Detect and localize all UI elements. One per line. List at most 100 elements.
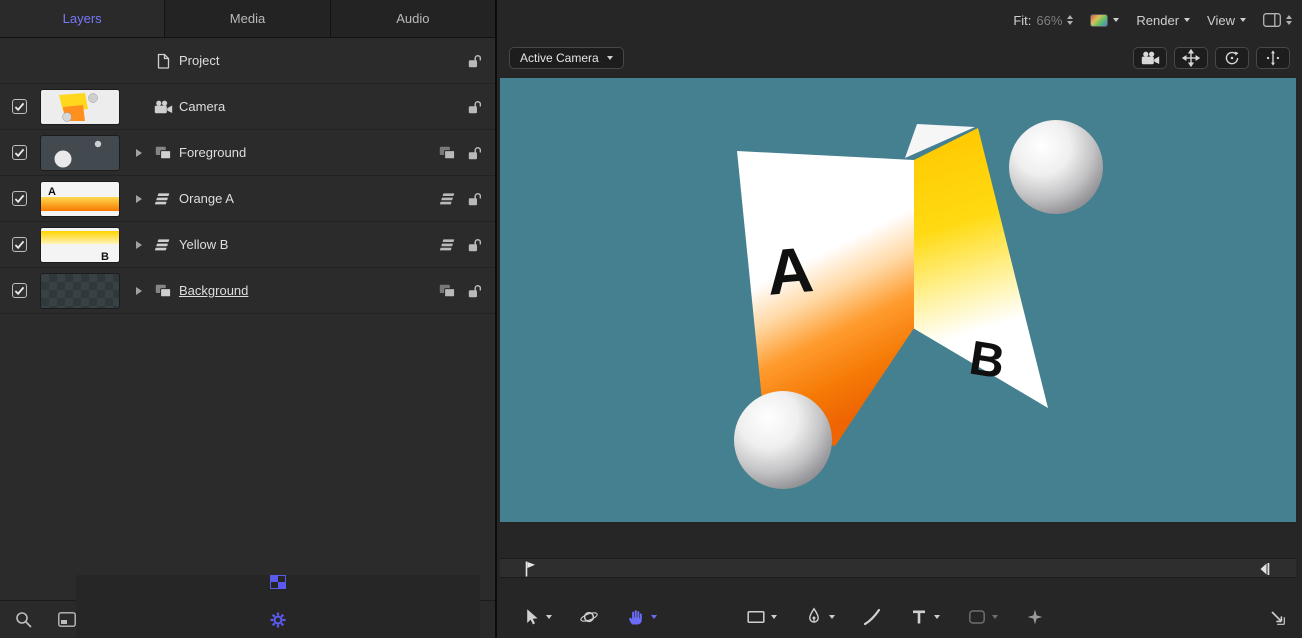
- layers-stack-icon: [151, 193, 175, 205]
- tab-media-label: Media: [230, 11, 265, 26]
- lock-icon[interactable]: [468, 192, 481, 206]
- layer-name[interactable]: Yellow B: [179, 237, 228, 252]
- camera-view-button[interactable]: [1133, 47, 1167, 69]
- cursor-arrow-icon: [521, 607, 541, 627]
- card-a-letter[interactable]: A: [764, 233, 816, 309]
- mask-tool[interactable]: [967, 607, 998, 627]
- tab-audio-label: Audio: [396, 11, 429, 26]
- layer-name[interactable]: Foreground: [179, 145, 246, 160]
- mini-timeline-track[interactable]: [500, 558, 1296, 578]
- visibility-checkbox[interactable]: [12, 145, 27, 160]
- layer-row-yellow-b[interactable]: B Yellow B: [0, 222, 495, 268]
- transparency-checkerboard-icon[interactable]: [270, 575, 286, 589]
- playhead-marker-icon[interactable]: [524, 560, 536, 578]
- dolly-view-button[interactable]: [1256, 47, 1290, 69]
- sphere-bottom-object[interactable]: [734, 391, 832, 489]
- layer-list-empty-area[interactable]: [0, 314, 495, 600]
- active-camera-menu[interactable]: Active Camera: [509, 47, 624, 69]
- lock-icon[interactable]: [468, 100, 481, 114]
- disclosure-triangle-icon[interactable]: [136, 149, 142, 157]
- chevron-down-icon: [607, 56, 613, 60]
- layer-name[interactable]: Orange A: [179, 191, 234, 206]
- render-menu[interactable]: Render: [1136, 13, 1190, 28]
- preview-frame-icon[interactable]: [58, 612, 76, 627]
- rectangle-icon: [746, 607, 766, 627]
- svg-text:B: B: [101, 251, 109, 263]
- end-of-range-icon[interactable]: [1258, 561, 1270, 577]
- pen-nib-icon: [804, 607, 824, 627]
- chevron-down-icon: [1240, 18, 1246, 22]
- layers-badge-icon[interactable]: [440, 193, 456, 205]
- camera-icon: [1141, 51, 1160, 65]
- check-icon: [14, 148, 25, 158]
- lock-icon[interactable]: [468, 284, 481, 298]
- adjust-effects-tool[interactable]: [1025, 607, 1045, 627]
- layer-thumbnail[interactable]: [40, 273, 120, 309]
- panel-tab-bar: Layers Media Audio: [0, 0, 495, 38]
- orbit-view-button[interactable]: [1215, 47, 1249, 69]
- viewport-header: Active Camera: [497, 40, 1302, 76]
- chevron-down-icon: [771, 615, 777, 619]
- zoom-control[interactable]: Fit: 66%: [1013, 13, 1073, 28]
- svg-text:A: A: [48, 186, 56, 198]
- disclosure-triangle-icon[interactable]: [136, 287, 142, 295]
- bezier-tool[interactable]: [804, 607, 835, 627]
- sparkle-icon: [1025, 607, 1045, 627]
- group-badge-icon[interactable]: [439, 284, 456, 298]
- sphere-top-object[interactable]: [1009, 120, 1103, 214]
- hand-icon: [626, 607, 646, 627]
- zoom-stepper[interactable]: [1067, 15, 1073, 25]
- channels-menu[interactable]: [1090, 14, 1119, 27]
- active-camera-label: Active Camera: [520, 51, 599, 65]
- layer-row-background[interactable]: Background: [0, 268, 495, 314]
- layer-row-camera[interactable]: Camera: [0, 84, 495, 130]
- lock-icon[interactable]: [468, 54, 481, 68]
- layer-thumbnail[interactable]: B: [40, 227, 120, 263]
- layer-row-orange-a[interactable]: A Orange A: [0, 176, 495, 222]
- layer-name[interactable]: Project: [179, 53, 219, 68]
- layers-panel-footer: [0, 600, 495, 638]
- rectangle-tool[interactable]: [746, 607, 777, 627]
- check-icon: [14, 240, 25, 250]
- layer-thumbnail[interactable]: [40, 135, 120, 171]
- layer-name[interactable]: Background: [179, 283, 248, 298]
- lock-icon[interactable]: [468, 238, 481, 252]
- visibility-checkbox[interactable]: [12, 99, 27, 114]
- pan-view-button[interactable]: [1174, 47, 1208, 69]
- zoom-value[interactable]: 66%: [1036, 13, 1062, 28]
- layer-name[interactable]: Camera: [179, 99, 225, 114]
- group-badge-icon[interactable]: [439, 146, 456, 160]
- layer-thumbnail[interactable]: A: [40, 181, 120, 217]
- expand-timing-button[interactable]: [1268, 608, 1286, 626]
- view-menu[interactable]: View: [1207, 13, 1246, 28]
- layer-row-foreground[interactable]: Foreground: [0, 130, 495, 176]
- visibility-checkbox[interactable]: [12, 283, 27, 298]
- pan-hand-tool[interactable]: [626, 607, 657, 627]
- window-layout-control[interactable]: [1263, 13, 1292, 27]
- visibility-checkbox[interactable]: [12, 191, 27, 206]
- transform-3d-tool[interactable]: [579, 607, 599, 627]
- search-icon[interactable]: [15, 611, 32, 628]
- disclosure-triangle-icon[interactable]: [136, 241, 142, 249]
- layer-thumbnail[interactable]: [40, 89, 120, 125]
- layer-row-project[interactable]: Project: [0, 38, 495, 84]
- layers-badge-icon[interactable]: [440, 239, 456, 251]
- chevron-down-icon: [546, 615, 552, 619]
- paint-stroke-tool[interactable]: [862, 607, 882, 627]
- visibility-checkbox[interactable]: [12, 237, 27, 252]
- expand-diagonal-icon: [1268, 608, 1286, 626]
- layout-stepper[interactable]: [1286, 15, 1292, 25]
- disclosure-triangle-icon[interactable]: [136, 195, 142, 203]
- lock-icon[interactable]: [468, 146, 481, 160]
- select-tool[interactable]: [521, 607, 552, 627]
- color-channels-icon: [1090, 14, 1108, 27]
- tab-media[interactable]: Media: [165, 0, 330, 37]
- canvas[interactable]: B A: [500, 78, 1296, 522]
- view-label: View: [1207, 13, 1235, 28]
- text-tool[interactable]: [909, 607, 940, 627]
- timeline-area: [497, 522, 1302, 596]
- tab-layers[interactable]: Layers: [0, 0, 165, 37]
- tab-audio[interactable]: Audio: [331, 0, 495, 37]
- settings-gear-icon[interactable]: [269, 611, 287, 629]
- camera-icon: [151, 100, 175, 114]
